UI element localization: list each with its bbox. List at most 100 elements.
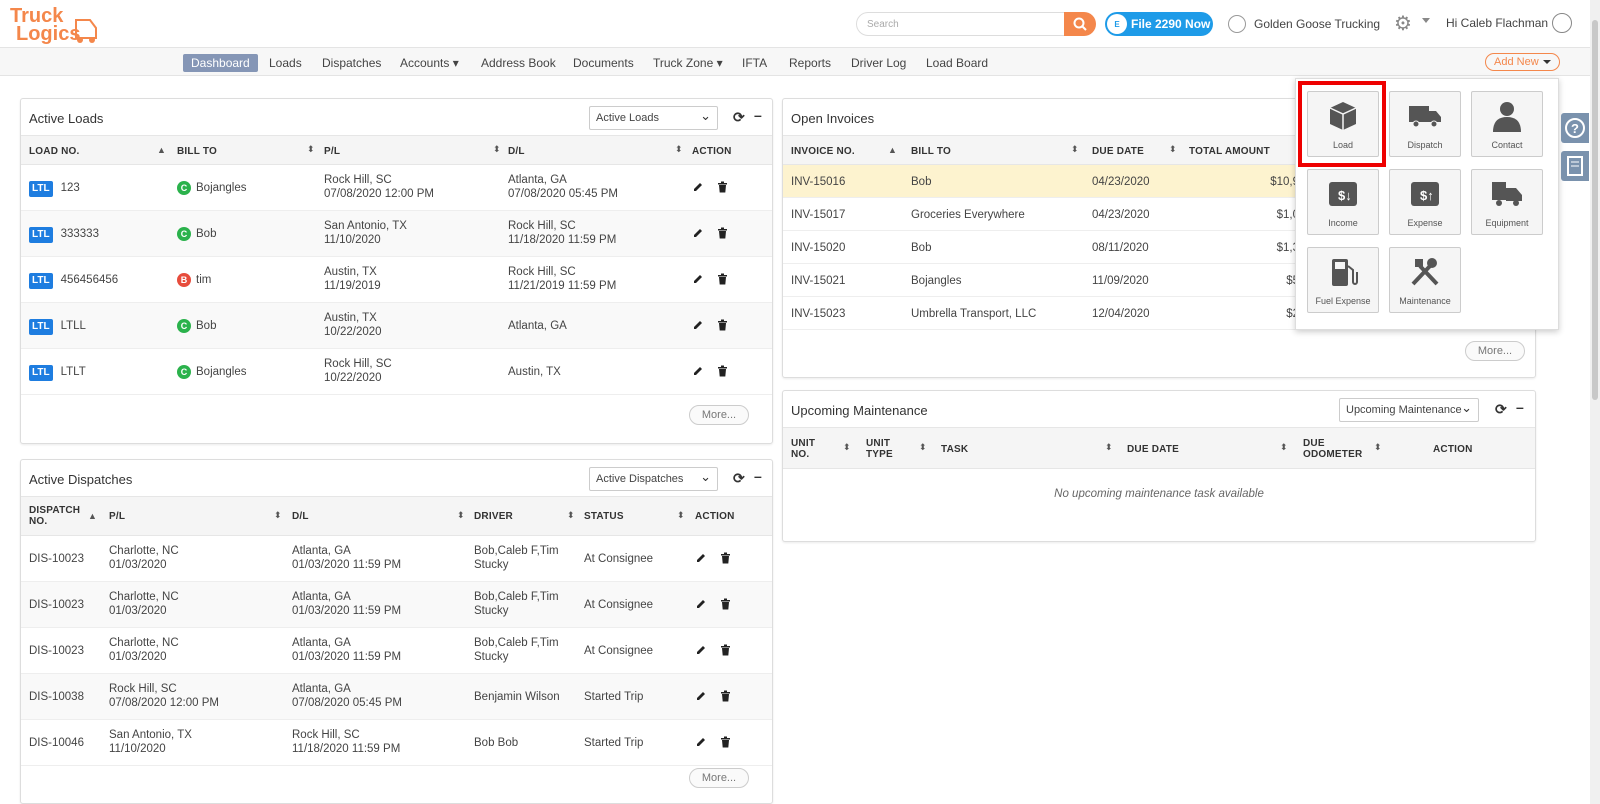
- file-2290-button[interactable]: E File 2290 Now: [1105, 12, 1213, 36]
- refresh-icon[interactable]: ⟳: [733, 109, 745, 126]
- refresh-icon[interactable]: ⟳: [733, 470, 745, 487]
- col-total-amount[interactable]: TOTAL AMOUNT: [1189, 146, 1270, 157]
- trash-icon[interactable]: [717, 227, 728, 242]
- sort-icon[interactable]: ⬍: [567, 510, 575, 521]
- more-button[interactable]: More...: [689, 405, 749, 425]
- col-driver[interactable]: DRIVER: [474, 511, 513, 522]
- edit-icon[interactable]: [695, 690, 707, 705]
- col-pl[interactable]: P/L: [324, 146, 340, 157]
- settings-gear-icon[interactable]: ⚙: [1394, 13, 1416, 35]
- col-status[interactable]: STATUS: [584, 511, 624, 522]
- edit-icon[interactable]: [692, 181, 704, 196]
- edit-icon[interactable]: [692, 273, 704, 288]
- chevron-down-icon[interactable]: [1422, 18, 1430, 23]
- nav-reports[interactable]: Reports: [781, 54, 839, 72]
- nav-ifta[interactable]: IFTA: [734, 54, 775, 72]
- col-bill-to[interactable]: BILL TO: [911, 146, 951, 157]
- col-task[interactable]: TASK: [941, 444, 968, 455]
- add-maintenance-tile[interactable]: Maintenance: [1389, 247, 1461, 313]
- sort-icon[interactable]: ⬍: [493, 144, 501, 155]
- col-due-date[interactable]: DUE DATE: [1092, 146, 1144, 157]
- dispatch-no-cell[interactable]: DIS-10046: [29, 736, 84, 750]
- nav-dispatches[interactable]: Dispatches: [314, 54, 389, 72]
- edit-icon[interactable]: [692, 365, 704, 380]
- nav-driver-log[interactable]: Driver Log: [843, 54, 914, 72]
- col-pl[interactable]: P/L: [109, 511, 125, 522]
- sort-icon[interactable]: ⬍: [1071, 144, 1079, 155]
- col-dispatch-no[interactable]: DISPATCH NO.: [29, 505, 80, 527]
- more-button[interactable]: More...: [689, 768, 749, 788]
- invoice-no-cell[interactable]: INV-15017: [791, 208, 845, 222]
- search-input[interactable]: Search: [856, 12, 1066, 36]
- edit-icon[interactable]: [692, 227, 704, 242]
- add-contact-tile[interactable]: Contact: [1471, 91, 1543, 157]
- add-new-button[interactable]: Add New: [1485, 53, 1560, 71]
- edit-icon[interactable]: [695, 552, 707, 567]
- trash-icon[interactable]: [717, 319, 728, 334]
- nav-address-book[interactable]: Address Book: [473, 54, 564, 72]
- add-dispatch-tile[interactable]: Dispatch: [1389, 91, 1461, 157]
- col-unit-type[interactable]: UNIT TYPE: [866, 438, 906, 460]
- checklist-icon[interactable]: [1561, 151, 1589, 181]
- trash-icon[interactable]: [717, 273, 728, 288]
- sort-icon[interactable]: ▲: [888, 145, 897, 155]
- col-bill-to[interactable]: BILL TO: [177, 146, 217, 157]
- more-button[interactable]: More...: [1465, 341, 1525, 361]
- load-number[interactable]: 456456456: [61, 274, 119, 286]
- help-icon[interactable]: ?: [1561, 113, 1589, 143]
- scrollbar-thumb[interactable]: [1592, 20, 1598, 400]
- sort-icon[interactable]: ⬍: [274, 510, 282, 521]
- nav-truck-zone[interactable]: Truck Zone ▾: [645, 54, 731, 72]
- sort-icon[interactable]: ⬍: [307, 144, 315, 155]
- edit-icon[interactable]: [692, 319, 704, 334]
- col-dl[interactable]: D/L: [292, 511, 309, 522]
- sort-icon[interactable]: ⬍: [675, 144, 683, 155]
- col-dl[interactable]: D/L: [508, 146, 525, 157]
- trash-icon[interactable]: [720, 552, 731, 567]
- col-load-no[interactable]: LOAD NO.: [29, 146, 80, 157]
- col-invoice-no[interactable]: INVOICE NO.: [791, 146, 855, 157]
- sort-icon[interactable]: ▲: [88, 511, 97, 521]
- invoice-no-cell[interactable]: INV-15023: [791, 307, 845, 321]
- dispatch-no-cell[interactable]: DIS-10023: [29, 598, 84, 612]
- col-due-date[interactable]: DUE DATE: [1127, 444, 1179, 455]
- user-avatar-icon[interactable]: [1552, 13, 1572, 33]
- invoice-no-cell[interactable]: INV-15021: [791, 274, 845, 288]
- sort-icon[interactable]: ⬍: [677, 510, 685, 521]
- nav-dashboard[interactable]: Dashboard: [183, 54, 258, 72]
- dispatch-no-cell[interactable]: DIS-10038: [29, 690, 84, 704]
- col-due-odometer[interactable]: DUE ODOMETER: [1303, 438, 1373, 460]
- sort-icon[interactable]: ⬍: [843, 442, 851, 453]
- nav-loads[interactable]: Loads: [261, 54, 310, 72]
- page-scrollbar[interactable]: [1590, 0, 1600, 804]
- sort-icon[interactable]: ⬍: [1105, 442, 1113, 453]
- nav-load-board[interactable]: Load Board: [918, 54, 996, 72]
- active-loads-select[interactable]: Active Loads: [589, 106, 718, 130]
- refresh-icon[interactable]: ⟳: [1495, 401, 1507, 418]
- edit-icon[interactable]: [695, 644, 707, 659]
- active-dispatches-select[interactable]: Active Dispatches: [589, 467, 718, 491]
- trash-icon[interactable]: [717, 365, 728, 380]
- trash-icon[interactable]: [720, 736, 731, 751]
- sort-icon[interactable]: ⬍: [1280, 442, 1288, 453]
- edit-icon[interactable]: [695, 598, 707, 613]
- trash-icon[interactable]: [720, 690, 731, 705]
- add-equipment-tile[interactable]: Equipment: [1471, 169, 1543, 235]
- load-number[interactable]: LTLL: [61, 320, 86, 332]
- sort-icon[interactable]: ⬍: [1374, 442, 1382, 453]
- dispatch-no-cell[interactable]: DIS-10023: [29, 644, 84, 658]
- load-number[interactable]: LTLT: [61, 366, 86, 378]
- trash-icon[interactable]: [717, 181, 728, 196]
- truck-logics-logo[interactable]: Truck Logics: [10, 4, 100, 46]
- add-expense-tile[interactable]: $↑ Expense: [1389, 169, 1461, 235]
- sort-icon[interactable]: ▲: [157, 145, 166, 155]
- company-selector[interactable]: Golden Goose Trucking: [1228, 15, 1380, 33]
- collapse-icon[interactable]: –: [754, 468, 762, 484]
- search-button[interactable]: [1064, 12, 1096, 36]
- col-unit-no[interactable]: UNIT NO.: [791, 438, 831, 460]
- sort-icon[interactable]: ⬍: [1169, 144, 1177, 155]
- add-fuel-expense-tile[interactable]: Fuel Expense: [1307, 247, 1379, 313]
- load-number[interactable]: 123: [61, 182, 80, 194]
- invoice-no-cell[interactable]: INV-15020: [791, 241, 845, 255]
- sort-icon[interactable]: ⬍: [457, 510, 465, 521]
